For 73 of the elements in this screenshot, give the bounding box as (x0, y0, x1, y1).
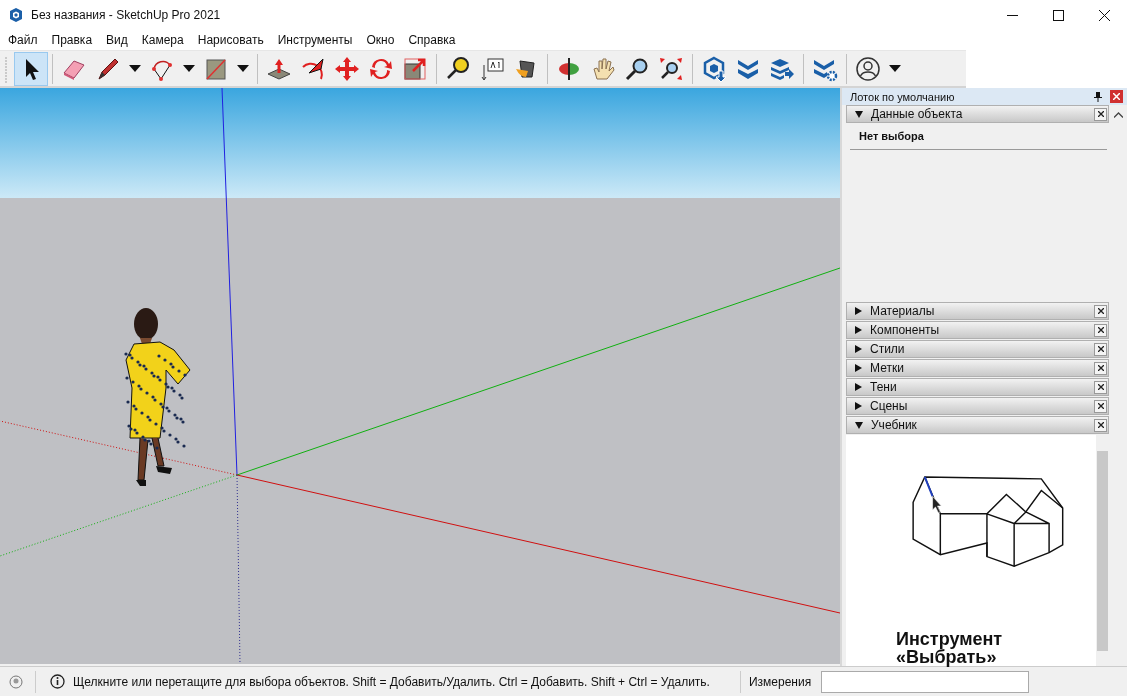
close-icon (1097, 422, 1104, 428)
user-avatar-icon (854, 54, 882, 83)
status-hint: Щелкните или перетащите для выбора объектов. Shift = Добавить/Удалить. Ctrl = Добавить. Shift + Ctrl = Удалить. (73, 674, 710, 689)
tray-section-header[interactable]: Учебник (846, 416, 1109, 434)
close-icon (1097, 308, 1104, 314)
section-close-button[interactable] (1094, 107, 1107, 121)
section-title: Материалы (870, 304, 936, 318)
expanded-triangle-icon (855, 421, 863, 429)
menu-item[interactable]: Нарисовать (197, 33, 264, 47)
tray-section-header[interactable]: Метки (846, 359, 1109, 377)
caret-icon (183, 65, 195, 72)
tray-section-header[interactable]: Тени (846, 378, 1109, 396)
section-close-button[interactable] (1094, 361, 1107, 375)
scrollbar[interactable] (1096, 435, 1109, 666)
section-close-button[interactable] (1094, 380, 1107, 394)
close-icon (1097, 111, 1104, 117)
menu-item[interactable]: Окно (366, 33, 395, 47)
collapsed-triangle-icon (855, 364, 862, 372)
collapsed-triangle-icon (855, 307, 862, 315)
close-icon (1097, 403, 1104, 409)
tray-title: Лоток по умолчанию (850, 90, 956, 103)
tray-section-header[interactable]: Данные объекта (846, 105, 1109, 123)
section-title: Тени (870, 380, 898, 394)
section-title: Учебник (871, 418, 918, 432)
collapsed-triangle-icon (855, 402, 862, 410)
close-icon (1113, 93, 1120, 100)
app-logo-icon (8, 7, 24, 23)
section-close-button[interactable] (1094, 399, 1107, 413)
scroll-up-icon (1114, 112, 1123, 118)
collapsed-triangle-icon (855, 345, 862, 353)
section-close-button[interactable] (1094, 304, 1107, 318)
menu-item[interactable]: Правка (51, 33, 93, 47)
close-icon (1097, 384, 1104, 390)
tray-section-header[interactable]: Стили (846, 340, 1109, 358)
measurements-field[interactable] (821, 670, 1030, 693)
close-icon (1097, 346, 1104, 352)
tray-close-button[interactable] (1110, 90, 1123, 103)
tool-button[interactable] (14, 51, 48, 86)
section-title: Данные объекта (871, 107, 964, 121)
info-icon (50, 674, 65, 689)
section-title: Компоненты (870, 323, 941, 337)
close-icon (1097, 365, 1104, 371)
menu-item[interactable]: Файл (8, 33, 38, 47)
toolbar-grip-icon (4, 54, 8, 83)
caret-icon (237, 65, 249, 72)
minimize-icon (1006, 14, 1018, 16)
close-icon (1097, 327, 1104, 333)
expanded-triangle-icon (855, 110, 863, 118)
pin-icon (1094, 91, 1102, 102)
menu-item[interactable]: Справка (408, 33, 456, 47)
section-title: Стили (870, 342, 906, 356)
collapsed-triangle-icon (855, 383, 862, 391)
location-icon (9, 674, 23, 689)
caret-icon (889, 65, 901, 72)
menu-item[interactable]: Инструменты (277, 33, 353, 47)
collapsed-triangle-icon (855, 326, 862, 334)
entity-info-label: Нет выбора (850, 124, 1107, 150)
section-title: Сцены (870, 399, 909, 413)
tray-section-header[interactable]: Сцены (846, 397, 1109, 415)
section-close-button[interactable] (1094, 418, 1107, 432)
close-icon (1098, 9, 1110, 21)
menu-item[interactable]: Вид (106, 33, 128, 47)
maximize-icon (1052, 9, 1064, 21)
measurements-label: Измерения (748, 674, 812, 689)
section-close-button[interactable] (1094, 323, 1107, 337)
tray-section-header[interactable]: Компоненты (846, 321, 1109, 339)
caret-icon (129, 65, 141, 72)
tray-section-header[interactable]: Материалы (846, 302, 1109, 320)
section-title: Метки (870, 361, 905, 375)
window-title: Без названия - SketchUp Pro 2021 (31, 8, 221, 22)
tutorial-title: Инструмент «Выбрать» (896, 630, 1004, 666)
section-close-button[interactable] (1094, 342, 1107, 356)
menu-item[interactable]: Камера (141, 33, 184, 47)
